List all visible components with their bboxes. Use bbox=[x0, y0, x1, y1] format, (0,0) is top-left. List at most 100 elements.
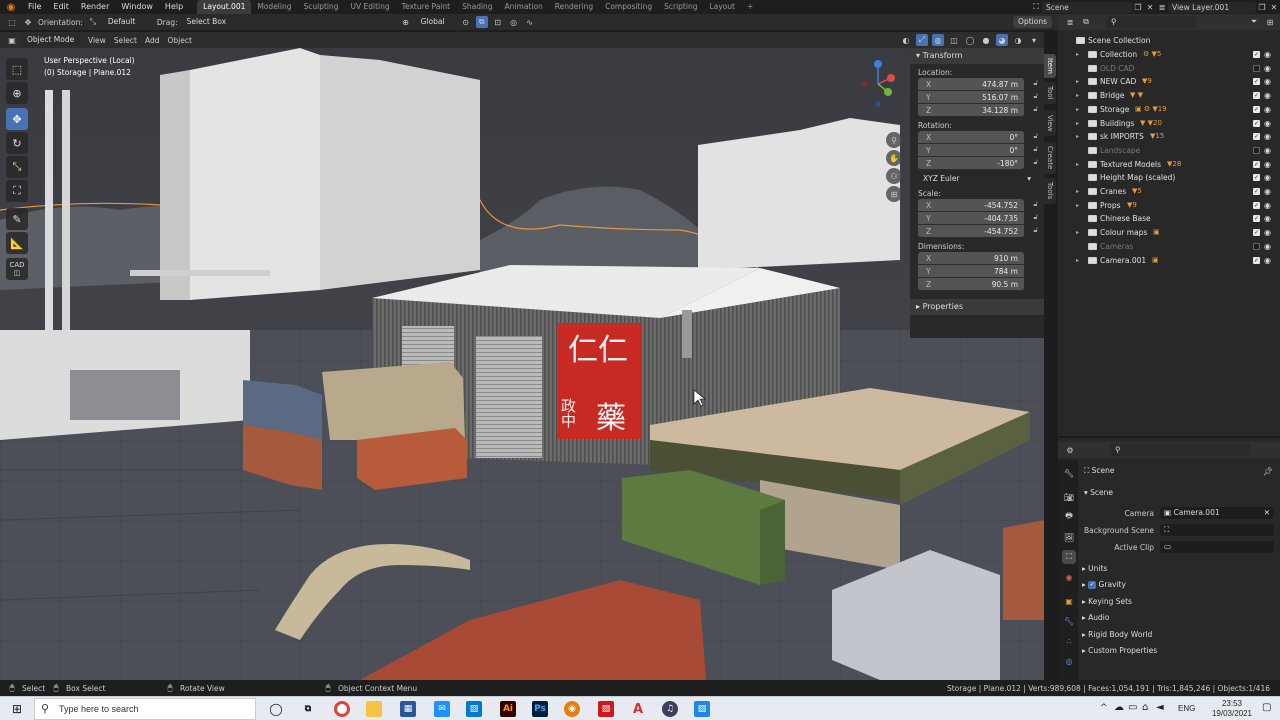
exclude-checkbox[interactable]: ✓ bbox=[1253, 133, 1260, 141]
solid-shading-icon[interactable]: ● bbox=[980, 34, 992, 46]
tab-texture-paint[interactable]: Texture Paint bbox=[396, 0, 456, 14]
visibility-eye-icon[interactable]: ◉ bbox=[1264, 89, 1271, 103]
battery-icon[interactable]: ▭ bbox=[1128, 702, 1137, 713]
menu-edit[interactable]: Edit bbox=[47, 0, 75, 14]
lock-icon[interactable]: 🔓︎ bbox=[1033, 200, 1038, 209]
physics-properties-icon[interactable]: ◎ bbox=[1062, 654, 1076, 668]
outliner-row[interactable]: ▸ Collection ⚙ ▼5 ✓ ◉ bbox=[1058, 48, 1280, 62]
file-explorer-icon[interactable] bbox=[366, 701, 382, 717]
menu-view[interactable]: View bbox=[88, 36, 106, 45]
audio-panel-header[interactable]: ▸ Audio bbox=[1082, 613, 1109, 622]
keying-sets-panel-header[interactable]: ▸ Keying Sets bbox=[1082, 597, 1132, 606]
view-layer-properties-icon[interactable]: 🖼 bbox=[1062, 530, 1076, 544]
new-scene-icon[interactable]: ❐ bbox=[1132, 1, 1144, 13]
outliner-row[interactable]: ▸ Textured Models ▼28 ✓ ◉ bbox=[1058, 158, 1280, 172]
zoom-view-icon[interactable]: ⚲ bbox=[886, 132, 902, 148]
particles-properties-icon[interactable]: ∴ bbox=[1062, 634, 1076, 648]
scene-selector[interactable]: Scene bbox=[1042, 1, 1132, 13]
location-z-field[interactable]: Z 34.128 m bbox=[918, 104, 1024, 117]
menu-add[interactable]: Add bbox=[145, 36, 160, 45]
dimensions-y-field[interactable]: Y 784 m bbox=[918, 265, 1024, 278]
menu-render[interactable]: Render bbox=[75, 0, 115, 14]
exclude-checkbox[interactable] bbox=[1253, 242, 1260, 250]
overlay-icon[interactable]: ◍ bbox=[932, 34, 944, 46]
visibility-eye-icon[interactable]: ◉ bbox=[1264, 117, 1271, 131]
language-indicator[interactable]: ENG bbox=[1178, 704, 1195, 713]
photo-viewer-icon[interactable]: ▨ bbox=[694, 701, 710, 717]
outliner-row[interactable]: Height Map (scaled) ✓ ◉ bbox=[1058, 171, 1280, 185]
exclude-checkbox[interactable]: ✓ bbox=[1253, 160, 1260, 168]
proportional-edit-icon[interactable]: ◎ bbox=[508, 16, 520, 28]
exclude-checkbox[interactable]: ✓ bbox=[1253, 119, 1260, 127]
tab-layout[interactable]: Layout bbox=[703, 0, 741, 14]
tab-animation[interactable]: Animation bbox=[499, 0, 549, 14]
display-mode-icon[interactable]: ⧉ bbox=[1080, 16, 1092, 28]
tab-scripting[interactable]: Scripting bbox=[658, 0, 703, 14]
transform-orientation-dropdown[interactable]: Global bbox=[415, 16, 456, 28]
outliner-editor-type-icon[interactable]: ≣ bbox=[1064, 16, 1076, 28]
expand-arrow-icon[interactable]: ▸ bbox=[1076, 226, 1079, 240]
tray-overflow-icon[interactable]: ^ bbox=[1100, 703, 1108, 713]
transform-tool-icon[interactable]: ⛶ bbox=[6, 180, 28, 202]
visibility-eye-icon[interactable]: ◉ bbox=[1264, 212, 1271, 226]
lock-icon[interactable]: 🔓︎ bbox=[1033, 213, 1038, 222]
transform-panel-header[interactable]: ▾ Transform bbox=[910, 48, 1044, 64]
properties-search-input[interactable]: ⚲ bbox=[1110, 444, 1250, 456]
tab-view[interactable]: View bbox=[1044, 110, 1056, 136]
lock-icon[interactable]: 🔓︎ bbox=[1033, 105, 1038, 114]
new-view-layer-icon[interactable]: ❐ bbox=[1256, 1, 1268, 13]
visibility-eye-icon[interactable]: ◉ bbox=[1264, 226, 1271, 240]
cursor-tool-icon[interactable]: ⊕ bbox=[6, 82, 28, 104]
outliner-row[interactable]: Landscape ◉ bbox=[1058, 144, 1280, 158]
rigid-body-world-panel-header[interactable]: ▸ Rigid Body World bbox=[1082, 630, 1152, 639]
tab-layout-001[interactable]: Layout.001 bbox=[197, 0, 252, 14]
filter-icon[interactable]: ⏷ bbox=[1248, 16, 1260, 28]
location-x-field[interactable]: X 474.87 m bbox=[918, 78, 1024, 91]
lock-icon[interactable]: 🔓︎ bbox=[1033, 92, 1038, 101]
outliner-row[interactable]: ▸ Cranes ▼5 ✓ ◉ bbox=[1058, 185, 1280, 199]
lock-icon[interactable]: 🔓︎ bbox=[1033, 158, 1038, 167]
scene-panel-header[interactable]: ▾ Scene bbox=[1084, 488, 1113, 497]
expand-arrow-icon[interactable]: ▸ bbox=[1076, 185, 1079, 199]
media-player-icon[interactable]: ♫ bbox=[662, 701, 678, 717]
tab-tool[interactable]: Tool bbox=[1044, 82, 1056, 104]
tab-compositing[interactable]: Compositing bbox=[599, 0, 658, 14]
rotation-x-field[interactable]: X 0° bbox=[918, 131, 1024, 144]
world-properties-icon[interactable]: ◉ bbox=[1062, 570, 1076, 584]
expand-arrow-icon[interactable]: ▸ bbox=[1076, 103, 1079, 117]
calculator-icon[interactable]: ▦ bbox=[400, 701, 416, 717]
tab-create[interactable]: Create bbox=[1044, 142, 1056, 174]
camera-field[interactable]: ▣ Camera.001 ✕ bbox=[1160, 507, 1274, 519]
exclude-checkbox[interactable]: ✓ bbox=[1253, 215, 1260, 223]
expand-arrow-icon[interactable]: ▸ bbox=[1076, 117, 1079, 131]
outliner-row[interactable]: ▸ Storage ▣ ⚙ ▼19 ✓ ◉ bbox=[1058, 103, 1280, 117]
chrome-icon[interactable] bbox=[334, 701, 350, 717]
exclude-checkbox[interactable] bbox=[1253, 146, 1260, 154]
rotate-tool-icon[interactable]: ↻ bbox=[6, 132, 28, 154]
scale-y-field[interactable]: Y -404.735 bbox=[918, 212, 1024, 225]
gravity-checkbox[interactable]: ✓ bbox=[1088, 581, 1097, 589]
expand-arrow-icon[interactable]: ▸ bbox=[1076, 89, 1079, 103]
delete-view-layer-icon[interactable]: ✕ bbox=[1268, 1, 1280, 13]
mail-icon[interactable]: ✉ bbox=[434, 701, 450, 717]
move-tool-icon[interactable]: ✥ bbox=[22, 16, 34, 28]
dimensions-x-field[interactable]: X 910 m bbox=[918, 252, 1024, 265]
notifications-icon[interactable]: ▢ bbox=[1262, 702, 1271, 713]
visibility-eye-icon[interactable]: ◉ bbox=[1264, 103, 1271, 117]
autocad-icon[interactable]: ▧ bbox=[598, 701, 614, 717]
photoshop-icon[interactable]: Ps bbox=[532, 701, 548, 717]
clock-time[interactable]: 23:53 bbox=[1210, 699, 1254, 708]
properties-panel-header[interactable]: ▸ Properties bbox=[910, 299, 1044, 315]
rotation-mode-dropdown[interactable]: XYZ Euler ▾ bbox=[918, 172, 1036, 185]
drag-dropdown[interactable]: Select Box bbox=[181, 16, 242, 28]
visibility-eye-icon[interactable]: ◉ bbox=[1264, 240, 1271, 254]
snap-target-icon[interactable]: ⊡ bbox=[492, 16, 504, 28]
xray-icon[interactable]: ◫ bbox=[948, 34, 960, 46]
illustrator-icon[interactable]: Ai bbox=[500, 701, 516, 717]
new-collection-icon[interactable]: ⊞ bbox=[1264, 16, 1276, 28]
rendered-shading-icon[interactable]: ◑ bbox=[1012, 34, 1024, 46]
visibility-eye-icon[interactable]: ◉ bbox=[1264, 144, 1271, 158]
scale-x-field[interactable]: X -454.752 bbox=[918, 199, 1024, 212]
taskbar-search-input[interactable]: ⚲ Type here to search bbox=[34, 698, 256, 720]
tab-tools[interactable]: Tools bbox=[1044, 178, 1056, 204]
